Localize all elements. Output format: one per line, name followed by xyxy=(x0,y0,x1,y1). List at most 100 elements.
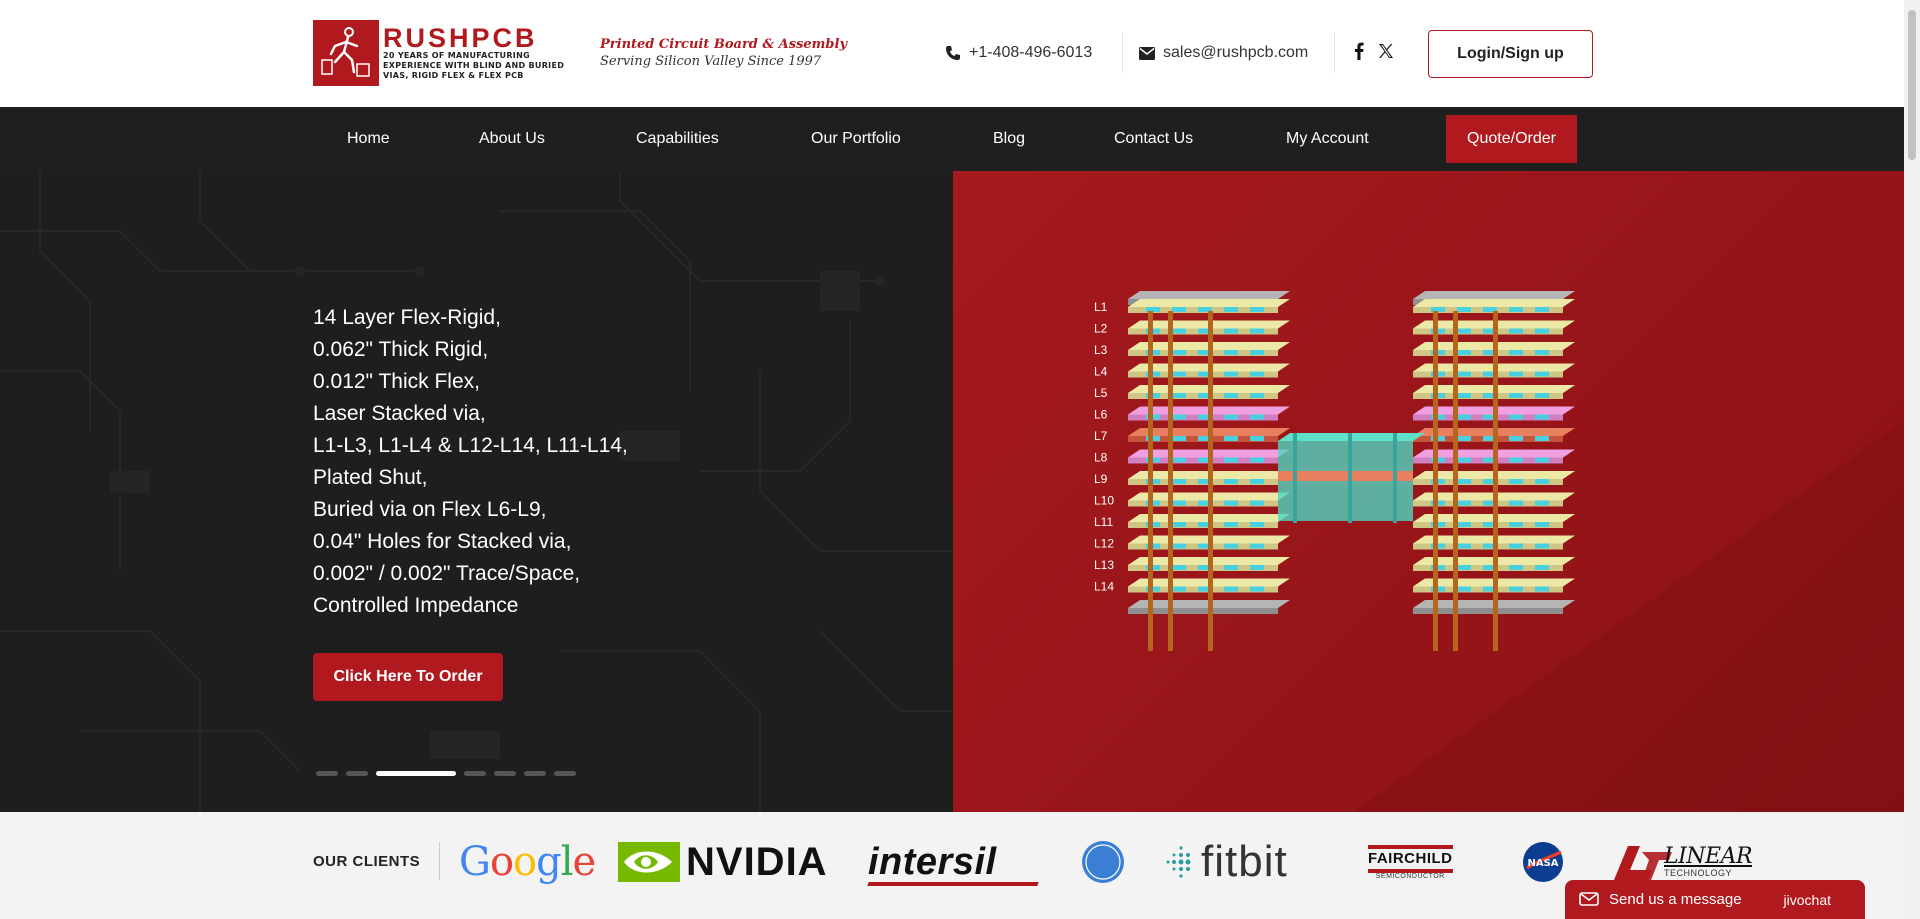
copper-trace xyxy=(1250,414,1264,420)
layer-slab-top xyxy=(1128,299,1290,307)
nasa-wordmark: NASA xyxy=(1527,858,1558,869)
copper-trace xyxy=(1509,436,1523,441)
layer-label: L7 xyxy=(1094,429,1108,443)
flex-core xyxy=(1278,471,1413,481)
copper-trace xyxy=(1535,457,1549,463)
slider-dot[interactable] xyxy=(346,771,368,776)
slider-dot[interactable] xyxy=(464,771,486,776)
buried-via xyxy=(1348,433,1352,523)
nav-blog[interactable]: Blog xyxy=(993,107,1025,171)
layer-label: L13 xyxy=(1094,558,1114,572)
layer-label: L12 xyxy=(1094,537,1114,551)
layer-label: L10 xyxy=(1094,494,1114,508)
nav-capabilities[interactable]: Capabilities xyxy=(636,107,719,171)
hero-line: 0.002" / 0.002" Trace/Space, xyxy=(313,562,581,585)
via-barrel xyxy=(1208,311,1213,651)
login-signup-button[interactable]: Login/Sign up xyxy=(1428,30,1593,78)
copper-trace xyxy=(1535,586,1549,592)
chat-label: Send us a message xyxy=(1609,891,1742,908)
copper-trace xyxy=(1535,393,1549,398)
copper-trace xyxy=(1172,328,1186,334)
hero-line: Laser Stacked via, xyxy=(313,402,486,425)
page-scrollbar[interactable] xyxy=(1904,0,1920,919)
copper-trace xyxy=(1457,307,1471,312)
copper-trace xyxy=(1509,479,1523,484)
email-link[interactable]: sales@rushpcb.com xyxy=(1139,44,1308,62)
copper-trace xyxy=(1457,371,1471,377)
fitbit-wordmark: fitbit xyxy=(1201,837,1288,886)
copper-trace xyxy=(1535,543,1549,549)
copper-trace xyxy=(1509,543,1523,549)
copper-trace xyxy=(1250,457,1264,463)
hero-line: 0.062" Thick Rigid, xyxy=(313,338,489,361)
via-barrel xyxy=(1493,311,1498,651)
copper-trace xyxy=(1172,586,1186,592)
nav-quote-order-button[interactable]: Quote/Order xyxy=(1446,115,1577,163)
hero-line: L1-L3, L1-L4 & L12-L14, L11-L14, xyxy=(313,434,628,457)
copper-trace xyxy=(1250,543,1264,549)
slider-dot[interactable] xyxy=(316,771,338,776)
copper-trace xyxy=(1250,500,1264,506)
layer-slab-top xyxy=(1413,299,1575,307)
divider xyxy=(439,842,440,880)
tagline-line-2: Serving Silicon Valley Since 1997 xyxy=(600,54,822,69)
copper-trace xyxy=(1224,393,1238,398)
client-logo-nasa: NASA xyxy=(1521,838,1565,886)
copper-trace xyxy=(1457,522,1471,527)
main-navigation: Home About Us Capabilities Our Portfolio… xyxy=(0,107,1904,171)
x-twitter-icon[interactable] xyxy=(1378,43,1394,59)
tagline-line-1: Printed Circuit Board & Assembly xyxy=(600,37,848,52)
buried-via xyxy=(1393,433,1397,523)
slider-dot[interactable] xyxy=(494,771,516,776)
phone-link[interactable]: +1-408-496-6013 xyxy=(945,44,1092,62)
rushpcb-logo[interactable]: RUSHPCB 20 YEARS OF MANUFACTURING EXPERI… xyxy=(313,20,576,86)
layer-slab-top xyxy=(1413,291,1575,299)
slider-dot-active[interactable] xyxy=(376,771,456,776)
nav-our-portfolio[interactable]: Our Portfolio xyxy=(811,107,901,171)
copper-trace xyxy=(1457,457,1471,463)
copper-trace xyxy=(1457,586,1471,592)
copper-trace xyxy=(1535,436,1549,441)
copper-trace xyxy=(1457,393,1471,398)
facebook-icon[interactable] xyxy=(1354,42,1364,60)
copper-trace xyxy=(1172,350,1186,355)
copper-trace xyxy=(1224,414,1238,420)
layer-label: L1 xyxy=(1094,300,1108,314)
layer-label: L6 xyxy=(1094,408,1108,422)
fairchild-subtext: SEMICONDUCTOR xyxy=(1375,872,1445,880)
copper-trace xyxy=(1224,350,1238,355)
via-barrel xyxy=(1453,311,1458,651)
copper-trace xyxy=(1509,565,1523,570)
slider-dot[interactable] xyxy=(554,771,576,776)
nav-contact-us[interactable]: Contact Us xyxy=(1114,107,1193,171)
nav-home[interactable]: Home xyxy=(347,107,390,171)
hero-line: 14 Layer Flex-Rigid, xyxy=(313,306,501,329)
layer-label: L8 xyxy=(1094,451,1108,465)
chat-message-icon xyxy=(1579,891,1599,906)
hero-line: 0.04" Holes for Stacked via, xyxy=(313,530,572,553)
via-barrel xyxy=(1148,311,1153,651)
nvidia-eye-icon xyxy=(618,842,680,882)
logo-subtext-2: EXPERIENCE WITH BLIND AND BURIED xyxy=(383,61,565,70)
copper-trace xyxy=(1250,371,1264,377)
copper-trace xyxy=(1224,500,1238,506)
intersil-wordmark: intersil xyxy=(868,840,997,883)
runner-logo-icon xyxy=(313,20,379,86)
nav-my-account[interactable]: My Account xyxy=(1286,107,1369,171)
chat-widget-button[interactable]: Send us a message jivochat xyxy=(1565,880,1865,919)
copper-trace xyxy=(1457,543,1471,549)
slider-dot[interactable] xyxy=(524,771,546,776)
nav-about-us[interactable]: About Us xyxy=(479,107,545,171)
copper-trace xyxy=(1250,479,1264,484)
copper-trace xyxy=(1457,500,1471,506)
click-to-order-button[interactable]: Click Here To Order xyxy=(313,653,503,701)
copper-trace xyxy=(1535,414,1549,420)
client-logo-fairchild: FAIRCHILD SEMICONDUCTOR xyxy=(1368,838,1453,886)
copper-trace xyxy=(1172,522,1186,527)
copper-trace xyxy=(1224,328,1238,334)
scrollbar-thumb[interactable] xyxy=(1908,10,1916,160)
copper-trace xyxy=(1250,436,1264,441)
layer-label: L14 xyxy=(1094,580,1114,594)
nvidia-wordmark: NVIDIA xyxy=(686,839,828,884)
hero-line: Controlled Impedance xyxy=(313,594,519,617)
